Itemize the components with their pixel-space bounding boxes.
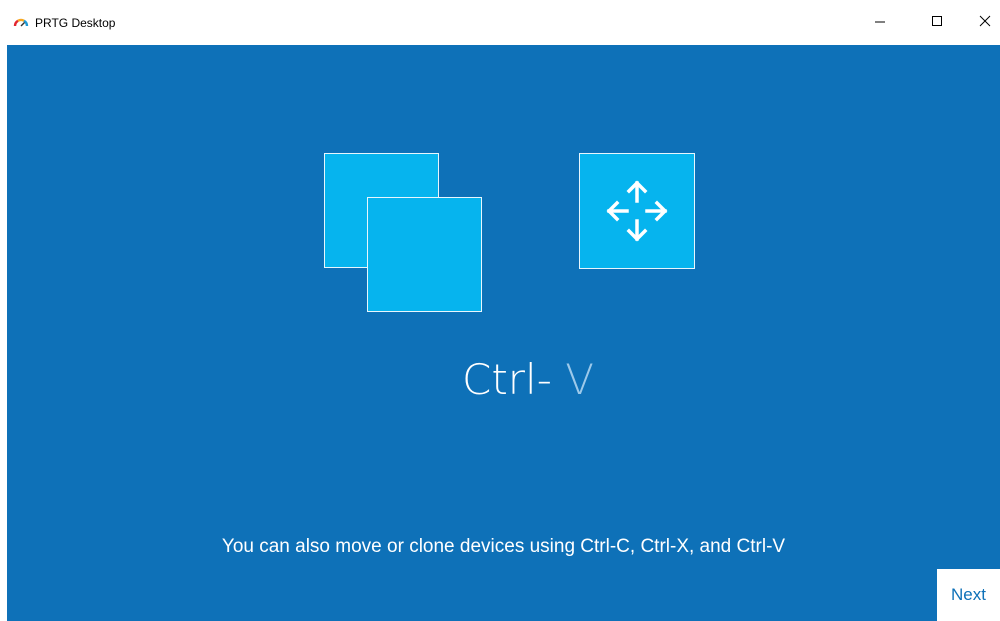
close-icon — [979, 14, 991, 32]
prtg-desktop-window: PRTG Desktop Ctrl- V You can also move o… — [0, 0, 1000, 621]
copy-square-front — [367, 197, 482, 312]
maximize-button[interactable] — [914, 0, 960, 45]
maximize-icon — [931, 14, 943, 32]
prtg-gauge-icon — [12, 14, 30, 32]
minimize-icon — [874, 14, 886, 32]
hotkey-prefix: Ctrl- — [462, 355, 552, 404]
title-bar[interactable]: PRTG Desktop — [0, 0, 1000, 45]
hotkey-key: V — [565, 355, 594, 404]
slide-caption: You can also move or clone devices using… — [221, 536, 786, 557]
next-button[interactable]: Next — [937, 569, 1000, 621]
hotkey-label: Ctrl- V — [462, 350, 594, 410]
tutorial-slide: Ctrl- V You can also move or clone devic… — [7, 45, 1000, 621]
minimize-button[interactable] — [857, 0, 903, 45]
window-title: PRTG Desktop — [35, 16, 116, 30]
close-button[interactable] — [962, 0, 1000, 45]
window-left-border — [0, 45, 7, 621]
move-arrows-icon — [579, 153, 695, 269]
